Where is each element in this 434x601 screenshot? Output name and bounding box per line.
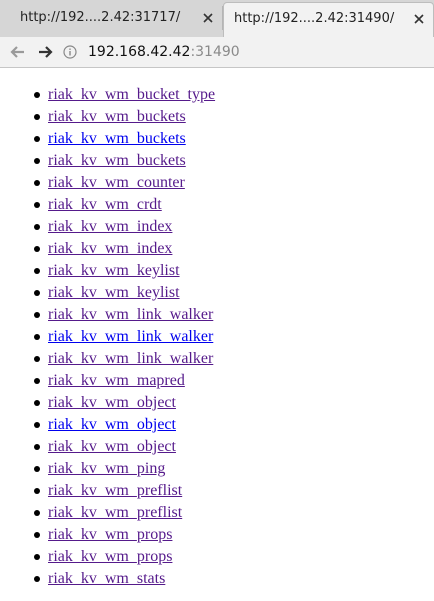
forward-arrow-icon[interactable] [36,43,54,61]
bullet-icon [34,224,40,230]
bullet-icon [34,400,40,406]
bullet-icon [34,422,40,428]
module-link[interactable]: riak_kv_wm_props [48,548,172,565]
module-link[interactable]: riak_kv_wm_mapred [48,372,185,389]
bullet-icon [34,114,40,120]
list-item: riak_kv_wm_keylist [32,282,215,304]
tab-inactive[interactable]: http://192....2.42:31717/ [0,2,225,37]
module-link[interactable]: riak_kv_wm_index [48,240,172,257]
bullet-icon [34,378,40,384]
bullet-icon [34,334,40,340]
bullet-icon [34,136,40,142]
module-link[interactable]: riak_kv_wm_buckets [48,152,186,169]
list-item: riak_kv_wm_counter [32,172,215,194]
close-icon[interactable] [412,12,426,26]
module-link[interactable]: riak_kv_wm_keylist [48,284,180,301]
module-link[interactable]: riak_kv_wm_crdt [48,196,162,213]
list-item: riak_kv_wm_link_walker [32,326,215,348]
list-item: riak_kv_wm_ping [32,458,215,480]
bullet-icon [34,202,40,208]
list-item: riak_kv_wm_buckets [32,128,215,150]
module-link[interactable]: riak_kv_wm_counter [48,174,185,191]
list-item: riak_kv_wm_buckets [32,106,215,128]
url-field[interactable]: 192.168.42.42:31490 [88,42,240,62]
close-icon[interactable] [201,11,215,25]
list-item: riak_kv_wm_preflist [32,480,215,502]
info-icon[interactable] [63,45,77,59]
module-link[interactable]: riak_kv_wm_buckets [48,130,186,147]
module-link[interactable]: riak_kv_wm_object [48,416,176,433]
module-link[interactable]: riak_kv_wm_link_walker [48,350,213,367]
bullet-icon [34,576,40,582]
list-item: riak_kv_wm_link_walker [32,348,215,370]
list-item: riak_kv_wm_crdt [32,194,215,216]
bullet-icon [34,488,40,494]
bullet-icon [34,92,40,98]
list-item: riak_kv_wm_link_walker [32,304,215,326]
bullet-icon [34,180,40,186]
bullet-icon [34,510,40,516]
bullet-icon [34,466,40,472]
back-arrow-icon[interactable] [9,43,27,61]
module-link[interactable]: riak_kv_wm_link_walker [48,328,213,345]
module-link[interactable]: riak_kv_wm_props [48,526,172,543]
list-item: riak_kv_wm_stats [32,568,215,590]
bullet-icon [34,554,40,560]
tab-title: http://192....2.42:31717/ [20,10,181,25]
module-link[interactable]: riak_kv_wm_buckets [48,108,186,125]
list-item: riak_kv_wm_object [32,436,215,458]
list-item: riak_kv_wm_object [32,392,215,414]
list-item: riak_kv_wm_props [32,524,215,546]
list-item: riak_kv_wm_props [32,546,215,568]
tab-strip: http://192....2.42:31717/ http://192....… [0,0,434,37]
tab-title: http://192....2.42:31490/ [234,11,395,26]
module-link[interactable]: riak_kv_wm_keylist [48,262,180,279]
module-link[interactable]: riak_kv_wm_link_walker [48,306,213,323]
bullet-icon [34,356,40,362]
url-host: 192.168.42.42 [88,44,191,60]
list-item: riak_kv_wm_buckets [32,150,215,172]
module-link[interactable]: riak_kv_wm_index [48,218,172,235]
page-content: riak_kv_wm_bucket_type riak_kv_wm_buckets… [0,68,434,601]
module-link[interactable]: riak_kv_wm_stats [48,570,165,587]
bullet-icon [34,444,40,450]
bullet-icon [34,268,40,274]
bullet-icon [34,246,40,252]
list-item: riak_kv_wm_bucket_type [32,84,215,106]
module-link[interactable]: riak_kv_wm_bucket_type [48,86,215,103]
bullet-icon [34,312,40,318]
list-item: riak_kv_wm_preflist [32,502,215,524]
list-item: riak_kv_wm_keylist [32,260,215,282]
list-item: riak_kv_wm_mapred [32,370,215,392]
bullet-icon [34,290,40,296]
module-link[interactable]: riak_kv_wm_object [48,394,176,411]
url-port: :31490 [190,44,240,60]
module-link[interactable]: riak_kv_wm_object [48,438,176,455]
module-link[interactable]: riak_kv_wm_ping [48,460,165,477]
module-link[interactable]: riak_kv_wm_preflist [48,482,182,499]
list-item: riak_kv_wm_index [32,216,215,238]
bullet-icon [34,532,40,538]
list-item: riak_kv_wm_object [32,414,215,436]
bullet-icon [34,158,40,164]
module-link[interactable]: riak_kv_wm_preflist [48,504,182,521]
tab-active[interactable]: http://192....2.42:31490/ [223,2,434,37]
navigation-toolbar: 192.168.42.42:31490 [0,37,434,68]
link-list: riak_kv_wm_bucket_type riak_kv_wm_buckets… [32,84,215,590]
list-item: riak_kv_wm_index [32,238,215,260]
